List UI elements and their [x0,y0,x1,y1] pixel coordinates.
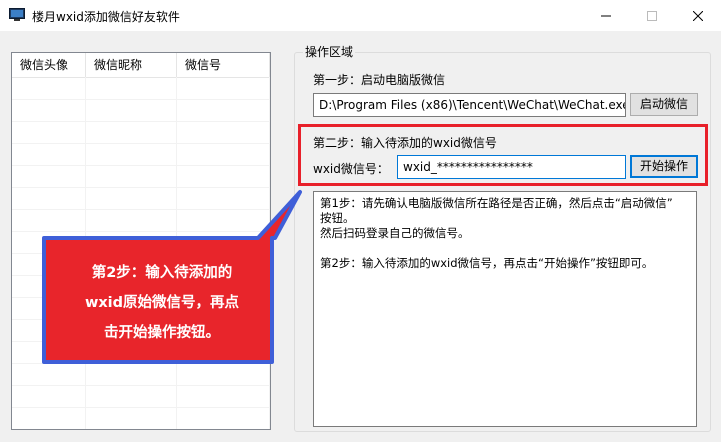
list-header: 微信头像 微信昵称 微信号 [12,53,270,78]
callout-line: 第2步：输入待添加的 [91,265,233,281]
log-line: 第1步：请先确认电脑版微信所在路径是否正确，然后点击“启动微信” [320,196,673,210]
close-icon [693,10,703,21]
maximize-button[interactable] [629,0,675,31]
wechat-path-input[interactable]: D:\Program Files (x86)\Tencent\WeChat\We… [313,93,626,117]
column-header-wechat-id[interactable]: 微信号 [177,53,270,77]
minimize-button[interactable] [583,0,629,31]
grid-line [12,253,270,254]
column-header-avatar[interactable]: 微信头像 [12,53,86,77]
window-title: 楼月wxid添加微信好友软件 [32,10,180,24]
operation-area-title: 操作区域 [303,43,356,60]
grid-line [12,209,270,210]
grid-line [12,187,270,188]
step1-label: 第一步：启动电脑版微信 [313,73,446,87]
maximize-icon [647,10,657,21]
column-header-nickname[interactable]: 微信昵称 [86,53,177,77]
log-line: 按钮。 [320,211,355,225]
grid-line [12,99,270,100]
grid-line [12,165,270,166]
grid-line [12,385,270,386]
friend-list[interactable]: 微信头像 微信昵称 微信号 [11,52,271,430]
grid-line [12,231,270,232]
callout-line: wxid原始微信号，再点 [84,295,240,311]
title-bar: 楼月wxid添加微信好友软件 [0,0,721,31]
callout-text: 第2步：输入待添加的 wxid原始微信号，再点 击开始操作按钮。 [62,258,262,348]
app-icon [9,8,25,21]
grid-line [12,143,270,144]
grid-line [12,121,270,122]
log-line: 然后扫码登录自己的微信号。 [320,226,470,240]
grid-line [12,407,270,408]
minimize-icon [601,15,611,16]
close-button[interactable] [675,0,721,31]
callout-line: 击开始操作按钮。 [104,325,220,341]
log-line: 第2步：输入待添加的wxid微信号，再点击“开始操作”按钮即可。 [320,256,654,270]
grid-line [12,363,270,364]
instructions-log[interactable]: 第1步：请先确认电脑版微信所在路径是否正确，然后点击“启动微信” 按钮。 然后扫… [313,191,697,427]
highlight-box [298,124,708,186]
launch-wechat-button[interactable]: 启动微信 [630,93,698,116]
